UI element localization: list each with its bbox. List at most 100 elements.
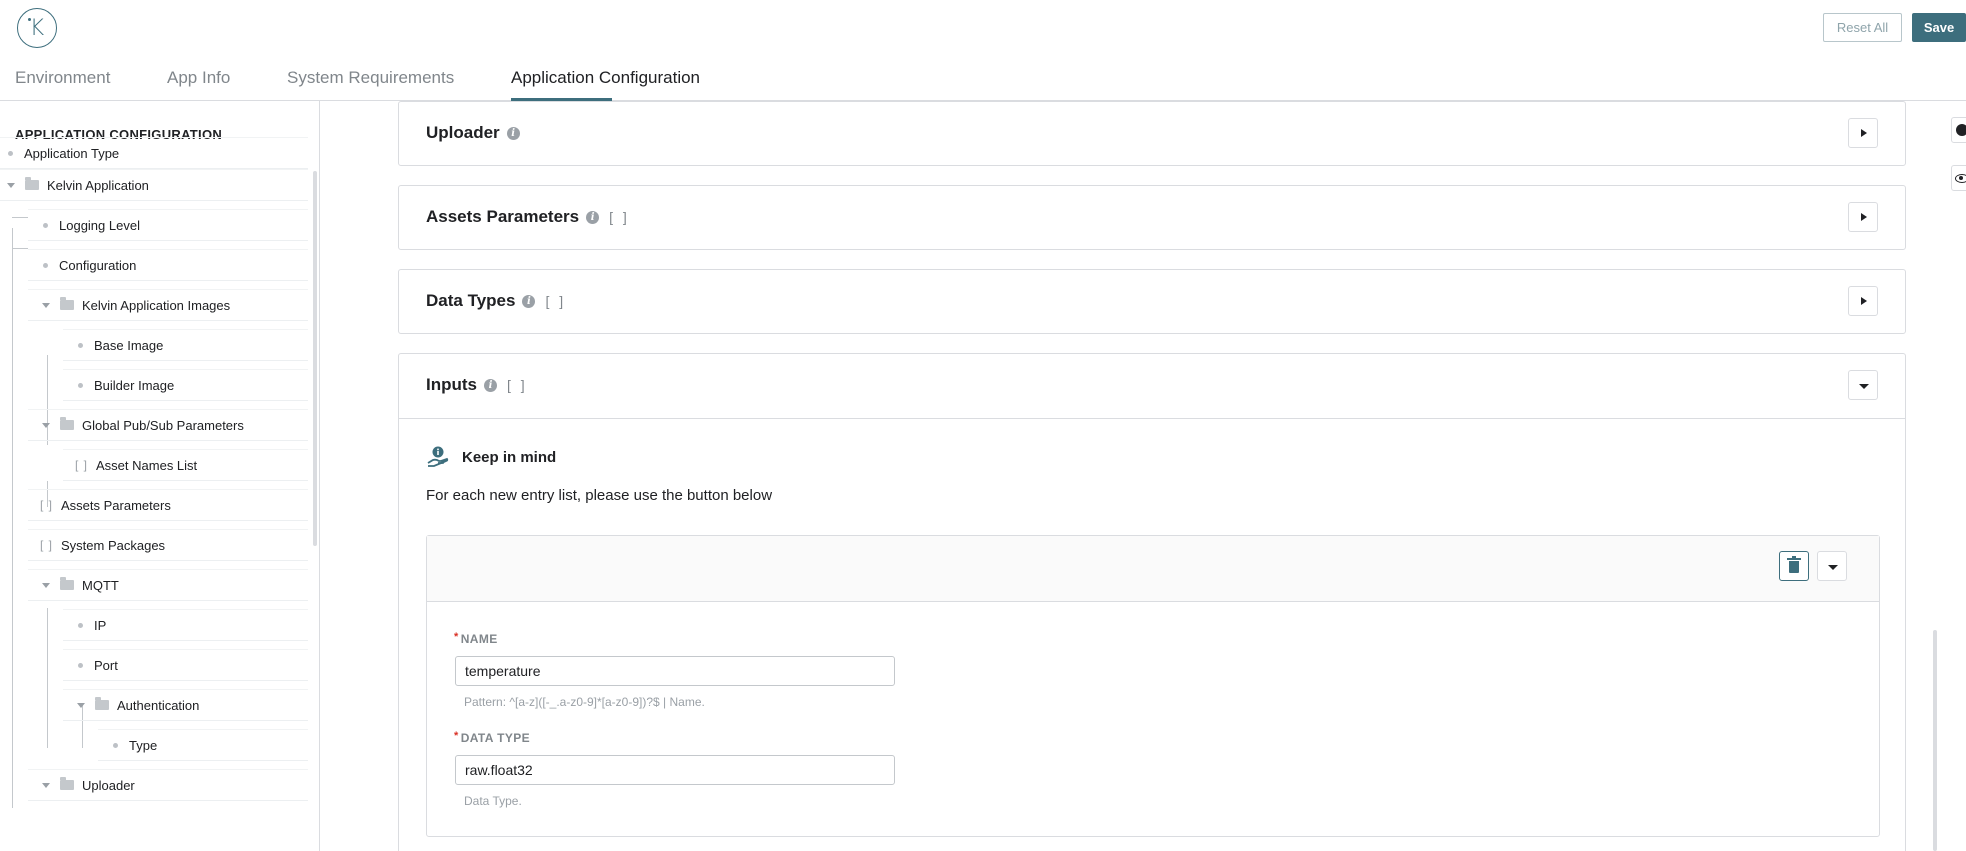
caret-right-icon <box>1861 129 1867 137</box>
tree-item-label: Configuration <box>59 257 137 273</box>
tree-item-mqtt[interactable]: MQTT <box>28 569 308 601</box>
preview-rail-button[interactable] <box>1951 165 1966 191</box>
section-data-types[interactable]: Data Types i [ ] <box>398 269 1906 334</box>
tree-item-ip[interactable]: IP <box>63 609 308 641</box>
section-title-text: Data Types <box>426 291 516 310</box>
folder-icon <box>25 177 39 190</box>
tree-item-label: Asset Names List <box>96 457 198 473</box>
chevron-down-icon[interactable] <box>42 422 50 428</box>
chevron-down-icon[interactable] <box>42 302 50 308</box>
section-title-text: Uploader <box>426 123 500 142</box>
leaf-dot-icon <box>78 662 83 668</box>
info-icon[interactable]: i <box>586 210 600 224</box>
tree-line <box>12 228 13 808</box>
tree-item-label: System Packages <box>61 537 166 553</box>
tree-item-asset-names-list[interactable]: [ ] Asset Names List <box>63 449 308 481</box>
tree-item-label: Global Pub/Sub Parameters <box>82 417 244 433</box>
expand-button[interactable] <box>1848 202 1878 232</box>
tree-item-builder-image[interactable]: Builder Image <box>63 369 308 401</box>
caret-down-icon <box>1828 565 1838 570</box>
chevron-down-icon[interactable] <box>42 782 50 788</box>
section-assets-parameters[interactable]: Assets Parameters i [ ] <box>398 185 1906 250</box>
logo-dot <box>28 18 31 21</box>
tree-item-label: Port <box>94 657 118 673</box>
data-type-label-text: DATA TYPE <box>460 731 531 745</box>
help-icon <box>1956 124 1966 136</box>
info-icon[interactable]: i <box>506 126 520 140</box>
list-brackets: [ ] <box>545 293 567 309</box>
tree-item-system-packages[interactable]: [ ] System Packages <box>28 529 308 561</box>
list-brackets: [ ] <box>609 209 630 225</box>
help-rail-button[interactable] <box>1951 117 1966 143</box>
reset-all-button[interactable]: Reset All <box>1823 13 1902 42</box>
tree-item-logging-level[interactable]: Logging Level <box>28 209 308 241</box>
leaf-dot-icon <box>78 342 83 348</box>
delete-entry-button[interactable] <box>1779 551 1809 581</box>
tab-application-configuration[interactable]: Application Configuration <box>511 68 700 88</box>
tree-item-label: Kelvin Application Images <box>82 297 231 313</box>
section-title: Assets Parameters i [ ] <box>426 207 630 227</box>
tree-item-configuration[interactable]: Configuration <box>28 249 308 281</box>
tree-item-port[interactable]: Port <box>63 649 308 681</box>
list-brackets-icon: [ ] <box>40 538 54 552</box>
name-input[interactable] <box>455 656 895 686</box>
tree-line <box>12 248 28 249</box>
info-icon[interactable]: i <box>522 294 536 308</box>
kelvin-logo[interactable]: K <box>17 8 57 48</box>
tree-item-assets-parameters[interactable]: [ ] Assets Parameters <box>28 489 308 521</box>
tree-item-kelvin-application-images[interactable]: Kelvin Application Images <box>28 289 308 321</box>
list-brackets-icon: [ ] <box>75 458 89 472</box>
data-type-input[interactable] <box>455 755 895 785</box>
tree-item-base-image[interactable]: Base Image <box>63 329 308 361</box>
tree-item-kelvin-application[interactable]: Kelvin Application <box>0 169 308 201</box>
save-button[interactable]: Save <box>1912 13 1966 42</box>
tree-item-authentication[interactable]: Authentication <box>63 689 308 721</box>
tab-app-info[interactable]: App Info <box>167 68 230 88</box>
tree-item-type[interactable]: Type <box>98 729 308 761</box>
main-content: Uploader i Assets Parameters i [ ] Data … <box>321 101 1930 851</box>
leaf-dot-icon <box>78 622 83 628</box>
section-header[interactable]: Inputs i [ ] <box>399 354 1905 419</box>
expand-button[interactable] <box>1848 286 1878 316</box>
eye-icon <box>1955 174 1966 183</box>
tree-line <box>12 217 28 218</box>
info-icon[interactable]: i <box>484 378 497 392</box>
chevron-down-icon[interactable] <box>7 182 15 188</box>
section-title: Data Types i [ ] <box>426 291 566 311</box>
leaf-dot-icon <box>113 742 118 748</box>
logo-letter: K <box>29 15 45 41</box>
tree-item-application-type[interactable]: Application Type <box>0 137 308 169</box>
tree-item-global-pubsub-parameters[interactable]: Global Pub/Sub Parameters <box>28 409 308 441</box>
input-entry-card: *NAME Pattern: ^[a-z]([-_.a-z0-9]*[a-z0-… <box>426 535 1880 837</box>
chevron-down-icon[interactable] <box>42 582 50 588</box>
tree-item-label: Base Image <box>94 337 164 353</box>
tree-item-label: Type <box>129 737 158 753</box>
right-rail <box>1951 101 1966 851</box>
tree-item-uploader[interactable]: Uploader <box>28 769 308 801</box>
app-header: K Reset All Save Environment App Info Sy… <box>0 0 1966 101</box>
caret-right-icon <box>1861 213 1867 221</box>
tree-item-label: Assets Parameters <box>61 497 171 513</box>
folder-icon <box>60 297 74 310</box>
required-asterisk: * <box>454 730 459 742</box>
tree-item-label: Builder Image <box>94 377 175 393</box>
expand-button[interactable] <box>1848 118 1878 148</box>
main-scrollbar[interactable] <box>1933 630 1937 851</box>
tree-line <box>47 608 48 748</box>
collapse-button[interactable] <box>1848 370 1878 400</box>
section-title: Inputs i [ ] <box>426 375 528 395</box>
name-field-label: * NAME <box>454 631 498 646</box>
collapse-entry-button[interactable] <box>1817 551 1847 581</box>
folder-icon <box>60 577 74 590</box>
chevron-down-icon[interactable] <box>77 702 85 708</box>
list-brackets-icon: [ ] <box>40 498 54 512</box>
tree-item-label: Uploader <box>82 777 135 793</box>
sidebar-scrollbar[interactable] <box>313 171 317 546</box>
section-uploader[interactable]: Uploader i <box>398 101 1906 166</box>
tree-item-label: Authentication <box>117 697 200 713</box>
tab-environment[interactable]: Environment <box>15 68 110 88</box>
tree-item-label: MQTT <box>82 577 119 593</box>
tab-system-requirements[interactable]: System Requirements <box>287 68 454 88</box>
name-field-hint: Pattern: ^[a-z]([-_.a-z0-9]*[a-z0-9])?$ … <box>464 695 705 709</box>
folder-icon <box>60 777 74 790</box>
